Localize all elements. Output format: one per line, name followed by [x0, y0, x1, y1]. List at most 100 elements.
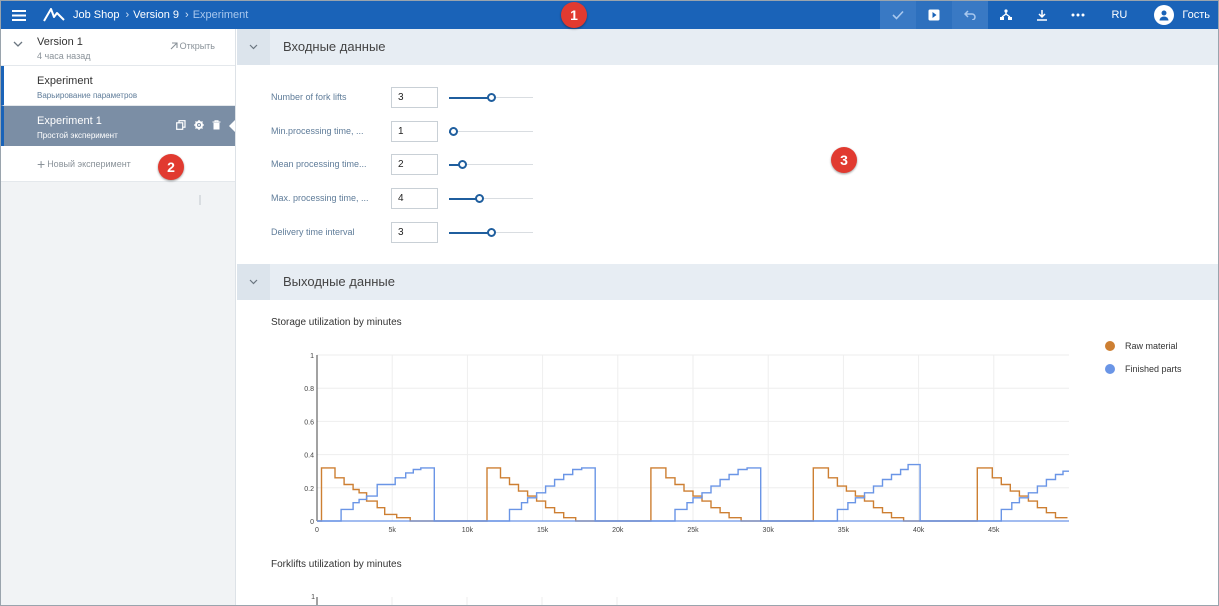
x-tick-label: 30k: [763, 527, 775, 534]
outputs-section-header[interactable]: Выходные данные: [237, 264, 1218, 300]
legend-label: Finished parts: [1125, 364, 1182, 374]
more-button[interactable]: [1060, 1, 1096, 29]
selection-notch: [229, 120, 235, 132]
experiment-title: Experiment 1: [37, 115, 102, 127]
app-window: Job Shop › Version 9 › Experiment RU Гос…: [0, 0, 1219, 606]
hamburger-menu-icon[interactable]: [1, 1, 37, 29]
breadcrumb: Job Shop › Version 9 › Experiment: [73, 9, 248, 21]
parameter-slider[interactable]: [449, 160, 533, 169]
callout-badge-3: 3: [831, 147, 857, 173]
outputs-section-title: Выходные данные: [283, 274, 396, 289]
parameter-label: Min.processing time, ...: [271, 126, 364, 136]
slider-knob[interactable]: [449, 127, 459, 136]
parameter-slider[interactable]: [449, 194, 533, 203]
storage-utilization-chart[interactable]: 0 0.2 0.4 0.6 0.8 1 0 5k 10k 15k 20k 25k 30k 35k 40k 45…: [287, 345, 1127, 565]
y-tick-label: 0: [310, 519, 314, 526]
user-name: Гость: [1182, 9, 1210, 21]
y-tick-label: 1: [310, 353, 314, 360]
version-title: Version 1: [37, 36, 83, 48]
x-tick-label: 40k: [913, 527, 925, 534]
language-switch[interactable]: RU: [1096, 9, 1142, 21]
check-icon: [892, 10, 904, 20]
legend-item-finished[interactable]: Finished parts: [1105, 364, 1182, 374]
parameter-input[interactable]: 3: [391, 87, 438, 108]
open-version-button[interactable]: Открыть: [169, 41, 215, 51]
more-dots-icon: [1071, 13, 1085, 17]
experiment-actions: [176, 120, 221, 130]
top-bar: Job Shop › Version 9 › Experiment RU Гос…: [1, 1, 1218, 29]
experiment-item[interactable]: Experiment Варьирование параметров: [1, 66, 235, 106]
breadcrumb-version[interactable]: Version 9: [133, 9, 179, 21]
plus-icon: +: [37, 155, 46, 172]
callout-badge-2: 2: [158, 154, 184, 180]
inputs-section-title: Входные данные: [283, 39, 386, 54]
parameter-slider[interactable]: [449, 93, 533, 102]
user-avatar-icon: [1154, 5, 1175, 25]
callout-badge-1: 1: [561, 2, 587, 28]
open-label: Открыть: [179, 41, 215, 51]
y-tick-label: 0.2: [304, 486, 314, 493]
experiment-item-selected[interactable]: Experiment 1 Простой эксперимент: [1, 106, 235, 146]
chart-legend: Raw material Finished parts: [1105, 341, 1182, 387]
run-button[interactable]: [916, 1, 953, 29]
slider-knob[interactable]: [475, 194, 485, 203]
download-icon: [1037, 10, 1048, 21]
user-menu[interactable]: Гость: [1142, 5, 1218, 25]
copy-icon[interactable]: [176, 120, 186, 130]
y-tick-label: 1: [311, 594, 315, 601]
download-button[interactable]: [1024, 1, 1060, 29]
slider-knob[interactable]: [487, 93, 496, 102]
hierarchy-button[interactable]: [988, 1, 1024, 29]
check-button[interactable]: [880, 1, 917, 29]
parameter-label: Mean processing time...: [271, 159, 367, 169]
chevron-down-icon[interactable]: [237, 29, 270, 65]
parameter-input[interactable]: 3: [391, 222, 438, 243]
undo-icon: [964, 10, 977, 20]
y-tick-label: 0.8: [304, 386, 314, 393]
x-tick-label: 15k: [537, 527, 549, 534]
forklifts-utilization-chart[interactable]: 1: [287, 591, 1047, 606]
slider-knob[interactable]: [457, 160, 467, 169]
breadcrumb-separator: ›: [125, 9, 130, 21]
slider-knob[interactable]: [487, 228, 496, 237]
x-tick-label: 20k: [612, 527, 624, 534]
parameter-label: Max. processing time, ...: [271, 193, 369, 203]
x-tick-label: 0: [315, 527, 319, 534]
new-experiment-label: Новый эксперимент: [47, 158, 131, 169]
gear-icon[interactable]: [194, 120, 204, 130]
undo-button[interactable]: [952, 1, 989, 29]
x-tick-label: 45k: [988, 527, 1000, 534]
series-line-raw-material: [317, 467, 1068, 522]
x-tick-label: 10k: [462, 527, 474, 534]
parameter-label: Number of fork lifts: [271, 92, 347, 102]
open-link-icon: [170, 41, 178, 49]
breadcrumb-separator: ›: [185, 9, 189, 21]
chart-title: Storage utilization by minutes: [271, 317, 402, 328]
chevron-down-icon[interactable]: [237, 264, 270, 300]
new-experiment-button[interactable]: + Новый эксперимент: [1, 146, 235, 182]
x-tick-label: 5k: [388, 527, 396, 534]
experiment-subtitle: Варьирование параметров: [37, 91, 138, 100]
parameter-slider[interactable]: [449, 127, 533, 136]
trash-icon[interactable]: [212, 120, 221, 130]
version-time: 4 часа назад: [37, 51, 91, 61]
sidebar-resize-handle[interactable]: [199, 195, 201, 205]
sidebar: Version 1 4 часа назад Открыть Experimen…: [1, 29, 236, 605]
chevron-down-icon[interactable]: [13, 41, 23, 47]
slider-fill: [449, 231, 491, 234]
legend-dot: [1105, 364, 1115, 374]
inputs-section-header[interactable]: Входные данные: [237, 29, 1218, 65]
version-header[interactable]: Version 1 4 часа назад Открыть: [1, 29, 235, 66]
legend-item-raw[interactable]: Raw material: [1105, 341, 1182, 351]
legend-dot: [1105, 341, 1115, 351]
play-icon: [928, 9, 940, 21]
parameter-label: Delivery time interval: [271, 227, 355, 237]
experiment-title: Experiment: [37, 75, 93, 87]
chart2-title: Forklifts utilization by minutes: [271, 559, 402, 570]
app-logo-icon[interactable]: [41, 1, 67, 29]
parameter-input[interactable]: 2: [391, 154, 438, 175]
parameter-input[interactable]: 1: [391, 121, 438, 142]
parameter-slider[interactable]: [449, 228, 533, 237]
breadcrumb-model[interactable]: Job Shop: [73, 9, 119, 21]
parameter-input[interactable]: 4: [391, 188, 438, 209]
